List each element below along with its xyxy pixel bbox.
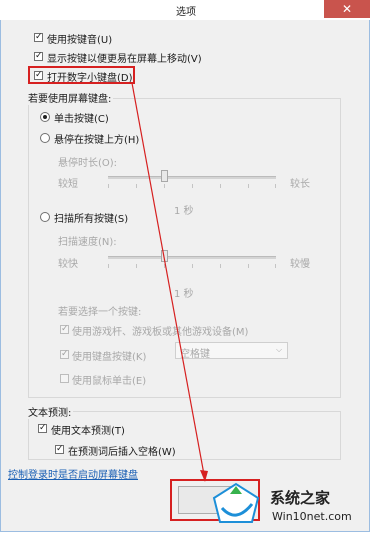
annotation-arrow: [131, 82, 208, 482]
watermark-site: Win10net.com: [272, 510, 352, 523]
watermark-brand: 系统之家: [270, 489, 331, 507]
watermark-logo: [212, 482, 260, 523]
arrow-line: [131, 82, 206, 481]
